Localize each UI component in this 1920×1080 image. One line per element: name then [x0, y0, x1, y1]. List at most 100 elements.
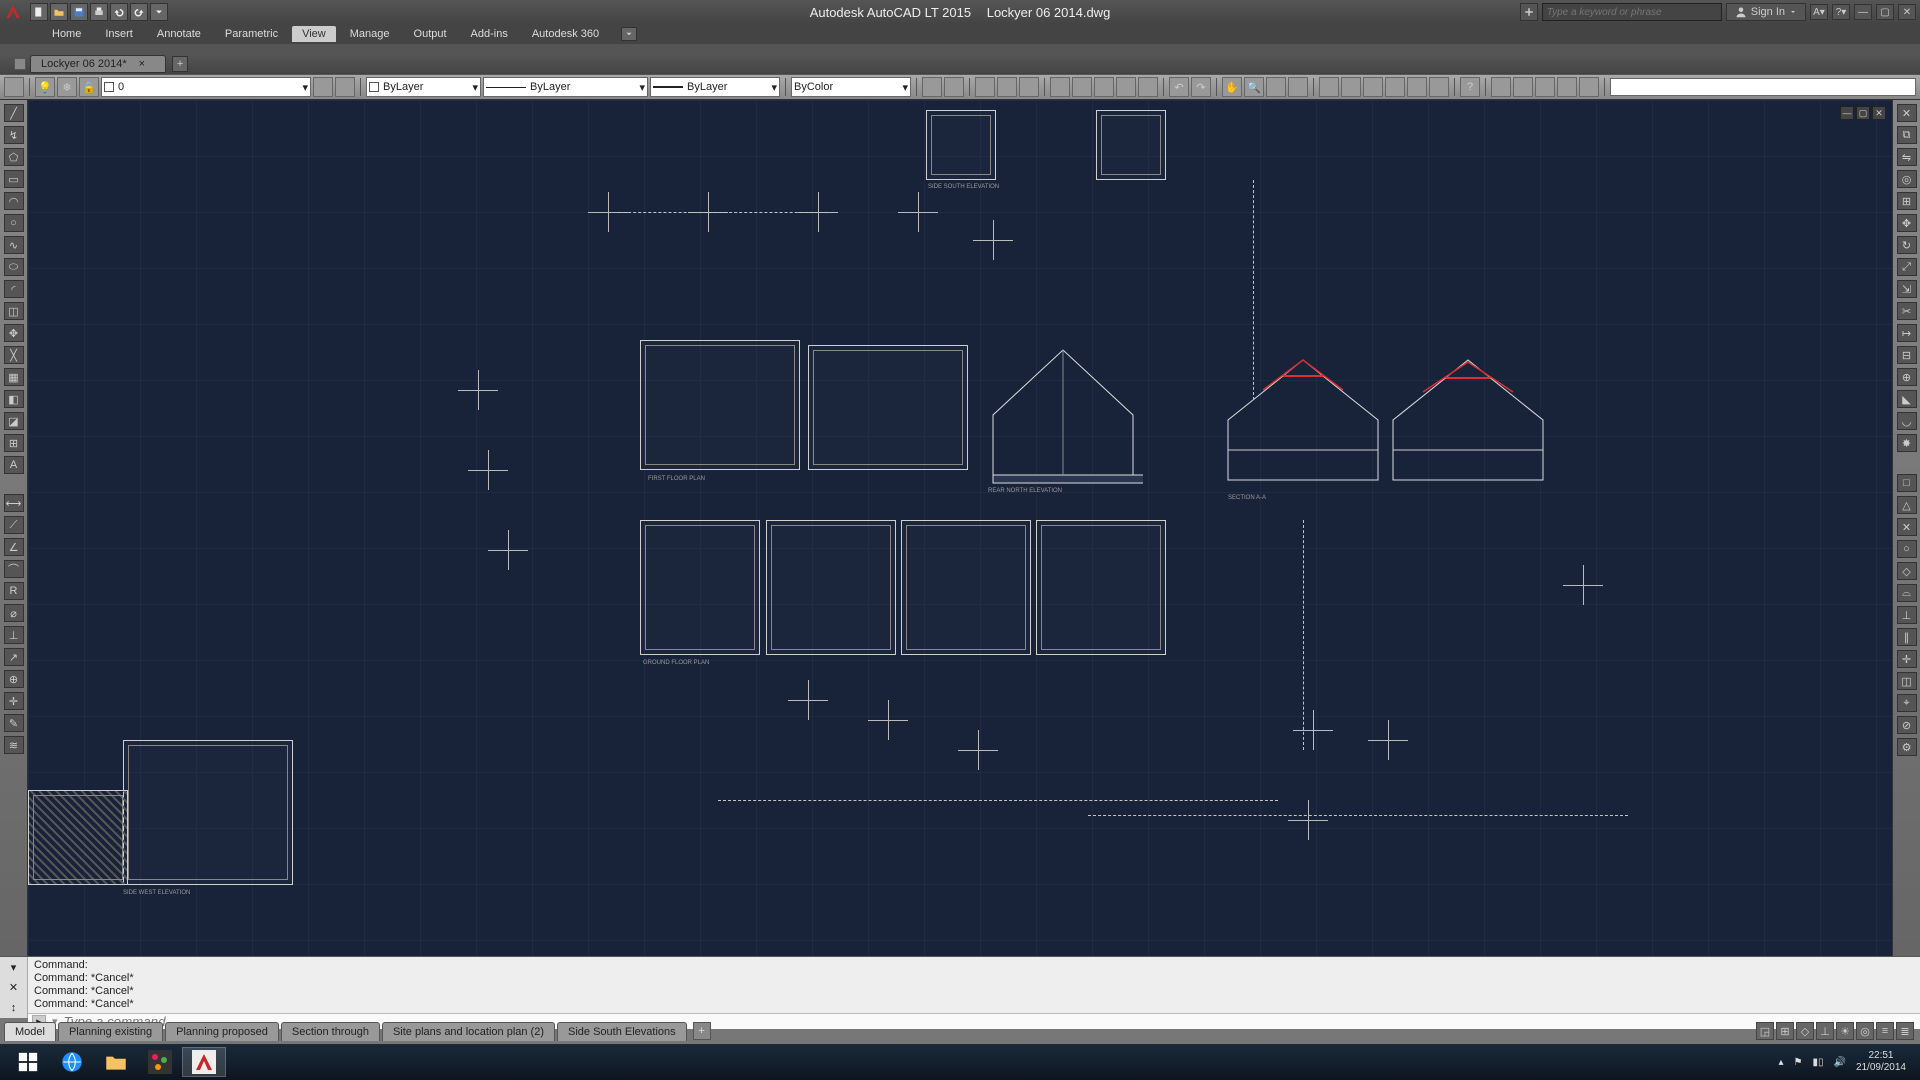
- cut-icon[interactable]: [1072, 77, 1092, 97]
- layer-prev-icon[interactable]: [313, 77, 333, 97]
- mirror-icon[interactable]: ⇋: [1897, 148, 1917, 166]
- file-tab-new-button[interactable]: +: [172, 56, 188, 72]
- zoom-extents-icon[interactable]: [1288, 77, 1308, 97]
- paste-icon[interactable]: [1116, 77, 1136, 97]
- layer-lock-icon[interactable]: 🔒: [79, 77, 99, 97]
- circle-icon[interactable]: ○: [4, 214, 24, 232]
- polyline-icon[interactable]: ↯: [4, 126, 24, 144]
- rectangle-icon[interactable]: ▭: [4, 170, 24, 188]
- command-drawer-icon[interactable]: ▾: [11, 961, 17, 974]
- ribbon-tab-insert[interactable]: Insert: [95, 26, 143, 42]
- new-icon[interactable]: [30, 3, 48, 21]
- rotate-icon[interactable]: ↻: [1897, 236, 1917, 254]
- ellipse-arc-icon[interactable]: ◜: [4, 280, 24, 298]
- fillet-icon[interactable]: ◡: [1897, 412, 1917, 430]
- help-button[interactable]: ?▾: [1832, 4, 1850, 20]
- undo-icon[interactable]: [110, 3, 128, 21]
- ribbon-tab-manage[interactable]: Manage: [340, 26, 400, 42]
- viewport-close-icon[interactable]: ✕: [1872, 106, 1886, 120]
- dim-aligned-icon[interactable]: ⟋: [4, 516, 24, 534]
- close-button[interactable]: ✕: [1898, 4, 1916, 20]
- join-icon[interactable]: ⊕: [1897, 368, 1917, 386]
- stretch-icon[interactable]: ⇲: [1897, 280, 1917, 298]
- props-panel-icon[interactable]: [1319, 77, 1339, 97]
- ribbon-tab-a360[interactable]: Autodesk 360: [522, 26, 609, 42]
- layout-tab-site-plans[interactable]: Site plans and location plan (2): [382, 1022, 555, 1041]
- tray-network-icon[interactable]: ▮▯: [1812, 1057, 1823, 1068]
- signin-button[interactable]: Sign In: [1726, 3, 1806, 21]
- taskbar-explorer[interactable]: [94, 1047, 138, 1077]
- gradient-icon[interactable]: ◧: [4, 390, 24, 408]
- polar-toggle-icon[interactable]: ☀: [1836, 1022, 1854, 1040]
- osnap-quadrant-icon[interactable]: ◇: [1897, 562, 1917, 580]
- break-icon[interactable]: ⊟: [1897, 346, 1917, 364]
- plotstyle-dropdown[interactable]: ByColor▾: [791, 77, 911, 97]
- redo-icon[interactable]: ↷: [1191, 77, 1211, 97]
- layer-dropdown[interactable]: 0 ▾: [101, 77, 311, 97]
- layout-tab-model[interactable]: Model: [4, 1022, 56, 1041]
- customize-status-icon[interactable]: ≣: [1896, 1022, 1914, 1040]
- osnap-settings-icon[interactable]: ⚙: [1897, 738, 1917, 756]
- ribbon-tab-home[interactable]: Home: [42, 26, 91, 42]
- print-preview-icon[interactable]: [997, 77, 1017, 97]
- start-button[interactable]: [6, 1047, 50, 1077]
- osnap-endpoint-icon[interactable]: □: [1897, 474, 1917, 492]
- ellipse-icon[interactable]: ⬭: [4, 258, 24, 276]
- osnap-none-icon[interactable]: ⊘: [1897, 716, 1917, 734]
- viewport-max-icon[interactable]: ▢: [1856, 106, 1870, 120]
- leader-icon[interactable]: ↗: [4, 648, 24, 666]
- file-tab-active[interactable]: Lockyer 06 2014* ×: [30, 55, 166, 73]
- ribbon-tab-addins[interactable]: Add-ins: [461, 26, 518, 42]
- text-icon[interactable]: A: [4, 456, 24, 474]
- vp-multi-icon[interactable]: [1513, 77, 1533, 97]
- tolerance-icon[interactable]: ⊕: [4, 670, 24, 688]
- explode-icon[interactable]: ✸: [1897, 434, 1917, 452]
- chamfer-icon[interactable]: ◣: [1897, 390, 1917, 408]
- lineweight-dropdown[interactable]: ByLayer▾: [650, 77, 780, 97]
- minimize-button[interactable]: —: [1854, 4, 1872, 20]
- polygon-icon[interactable]: ⬠: [4, 148, 24, 166]
- vp-four-icon[interactable]: [1557, 77, 1577, 97]
- infocenter-icon[interactable]: [1520, 3, 1538, 21]
- hatch-icon[interactable]: ▦: [4, 368, 24, 386]
- zoom-icon[interactable]: 🔍: [1244, 77, 1264, 97]
- spline-icon[interactable]: ∿: [4, 236, 24, 254]
- empty-dropdown[interactable]: [1610, 78, 1916, 96]
- save-icon[interactable]: [70, 3, 88, 21]
- osnap-perp-icon[interactable]: ⊥: [1897, 606, 1917, 624]
- sheet-icon[interactable]: [1429, 77, 1449, 97]
- taskbar-autocad[interactable]: [182, 1047, 226, 1077]
- extend-icon[interactable]: ↦: [1897, 324, 1917, 342]
- dim-linear-icon[interactable]: ⟷: [4, 494, 24, 512]
- qat-dropdown-icon[interactable]: [150, 3, 168, 21]
- trim-icon[interactable]: ✂: [1897, 302, 1917, 320]
- table-icon[interactable]: ⊞: [4, 434, 24, 452]
- tray-flag-icon[interactable]: ⚑: [1794, 1057, 1803, 1068]
- ribbon-collapse-button[interactable]: [621, 27, 637, 41]
- osnap-node-icon[interactable]: ✛: [1897, 650, 1917, 668]
- region-icon[interactable]: ◪: [4, 412, 24, 430]
- tray-show-hidden-icon[interactable]: ▴: [1778, 1057, 1783, 1068]
- grid-toggle-icon[interactable]: ⊞: [1776, 1022, 1794, 1040]
- layer-on-icon[interactable]: 💡: [35, 77, 55, 97]
- undo-icon[interactable]: ↶: [1169, 77, 1189, 97]
- vp-single-icon[interactable]: [1491, 77, 1511, 97]
- measure-icon[interactable]: [1050, 77, 1070, 97]
- layer-iso-icon[interactable]: [335, 77, 355, 97]
- layer-manager-icon[interactable]: [4, 77, 24, 97]
- osnap-tangent-icon[interactable]: ⌓: [1897, 584, 1917, 602]
- taskbar-app1[interactable]: [138, 1047, 182, 1077]
- dim-edit-icon[interactable]: ✎: [4, 714, 24, 732]
- construction-line-icon[interactable]: ╳: [4, 346, 24, 364]
- model-space-icon[interactable]: ◲: [1756, 1022, 1774, 1040]
- dim-style-icon[interactable]: ≋: [4, 736, 24, 754]
- osnap-midpoint-icon[interactable]: △: [1897, 496, 1917, 514]
- osnap-center-icon[interactable]: ○: [1897, 540, 1917, 558]
- snap-toggle-icon[interactable]: ◇: [1796, 1022, 1814, 1040]
- dim-ordinate-icon[interactable]: ⊥: [4, 626, 24, 644]
- taskbar-ie[interactable]: [50, 1047, 94, 1077]
- maximize-button[interactable]: ▢: [1876, 4, 1894, 20]
- layer-freeze-icon[interactable]: ❄: [57, 77, 77, 97]
- pan-icon[interactable]: ✋: [1222, 77, 1242, 97]
- insert-block-icon[interactable]: ◫: [4, 302, 24, 320]
